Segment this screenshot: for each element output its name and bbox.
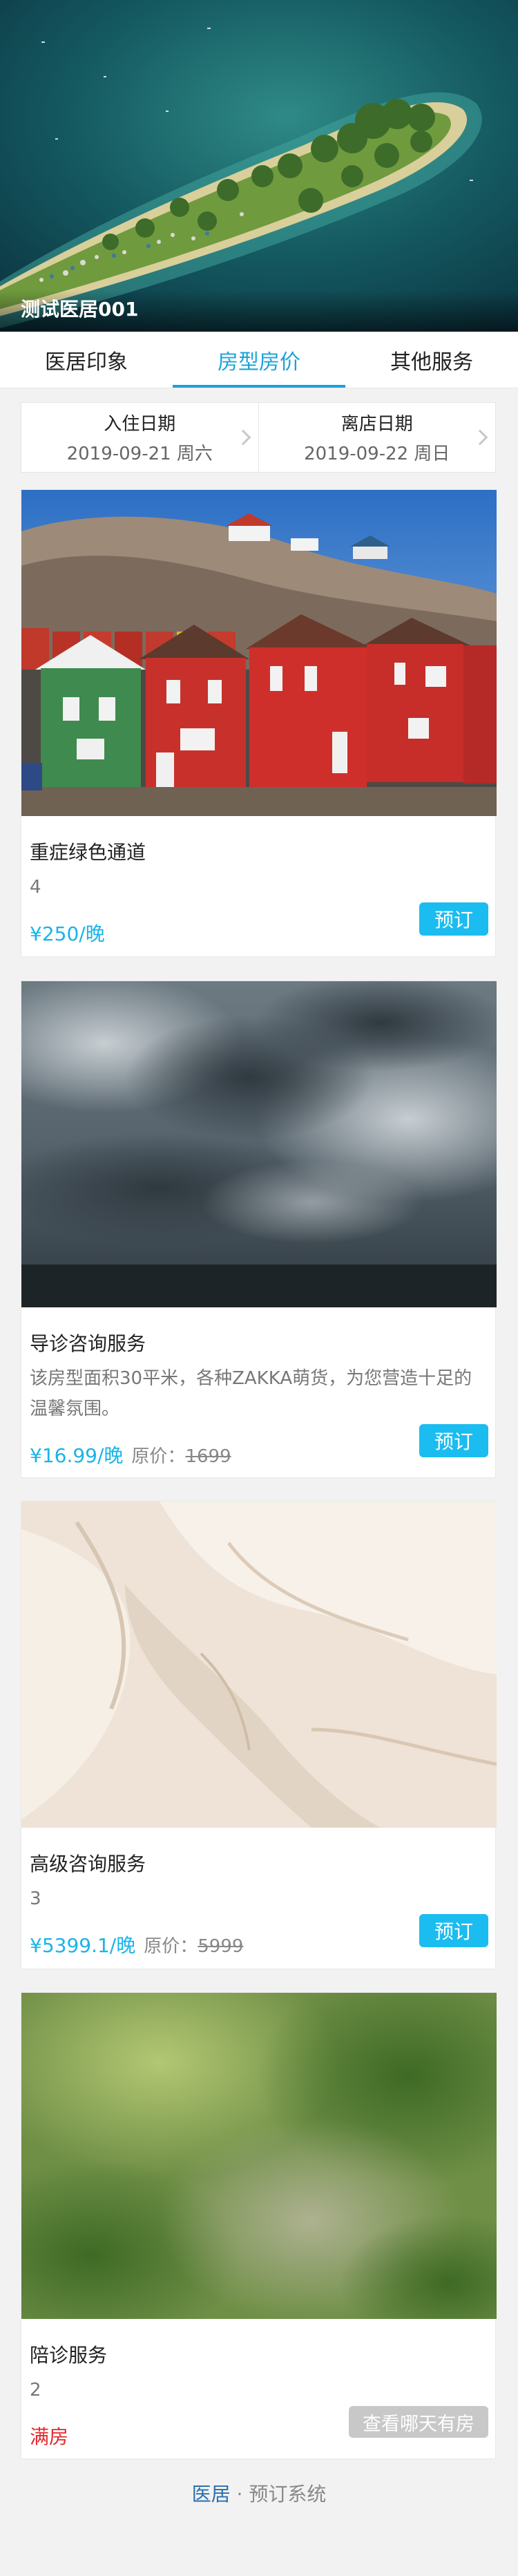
footer-separator: · <box>230 2483 249 2506</box>
white-texture-photo <box>21 1502 497 1828</box>
original-price-label: 原价： <box>131 1446 186 1467</box>
check-availability-button[interactable]: 查看哪天有房 <box>349 2406 488 2438</box>
aerial-island-photo <box>0 0 518 332</box>
price-row: ¥16.99/晚 原价： 1699 <box>30 1441 231 1468</box>
original-price: 1699 <box>185 1446 231 1467</box>
room-description: 4 <box>30 877 41 898</box>
tab-room-prices[interactable]: 房型房价 <box>173 332 345 388</box>
room-price: ¥16.99/晚 <box>30 1444 124 1467</box>
book-button[interactable]: 预订 <box>419 1424 488 1457</box>
room-card: 导诊咨询服务 该房型面积30平米，各种ZAKKA萌货，为您营造十足的温馨氛围。 … <box>21 981 497 1478</box>
room-photo[interactable] <box>21 1993 497 2319</box>
checkout-label: 离店日期 <box>340 414 413 435</box>
room-photo[interactable] <box>21 1502 497 1828</box>
room-description: 该房型面积30平米，各种ZAKKA萌货，为您营造十足的温馨氛围。 <box>30 1368 472 1419</box>
room-card: 高级咨询服务 3 ¥5399.1/晚 原价： 5999 预订 <box>21 1501 497 1969</box>
checkout-date-selector[interactable]: 离店日期 2019-09-22 周日 <box>258 403 496 472</box>
room-price: ¥250/晚 <box>30 922 105 945</box>
checkout-value: 2019-09-22 周日 <box>304 444 450 464</box>
checkin-label: 入住日期 <box>104 414 176 435</box>
hospital-name: 测试医居001 <box>21 298 139 321</box>
blurred-green-photo <box>21 1993 497 2319</box>
original-price-label: 原价： <box>144 1936 198 1957</box>
sold-out-status: 满房 <box>30 2425 69 2448</box>
tab-bar: 医居印象 房型房价 其他服务 <box>0 332 518 388</box>
red-cabins-photo <box>21 490 497 816</box>
footer-brand-link[interactable]: 医居 <box>192 2483 231 2506</box>
room-photo[interactable] <box>21 981 497 1307</box>
book-button[interactable]: 预订 <box>419 902 488 936</box>
room-description: 3 <box>30 1888 41 1909</box>
book-button[interactable]: 预订 <box>419 1914 488 1947</box>
price-row: ¥5399.1/晚 原价： 5999 <box>30 1931 243 1958</box>
room-price: ¥5399.1/晚 <box>30 1934 136 1957</box>
tab-other-services[interactable]: 其他服务 <box>345 332 518 388</box>
room-name: 陪诊服务 <box>30 2344 108 2367</box>
tab-impression[interactable]: 医居印象 <box>0 332 173 388</box>
checkin-value: 2019-09-21 周六 <box>66 444 213 464</box>
room-name: 高级咨询服务 <box>30 1853 146 1875</box>
room-photo[interactable] <box>21 490 497 816</box>
room-name: 导诊咨询服务 <box>30 1332 146 1355</box>
room-name: 重症绿色通道 <box>30 841 146 864</box>
original-price: 5999 <box>198 1936 244 1957</box>
date-picker: 入住日期 2019-09-21 周六 离店日期 2019-09-22 周日 <box>21 402 496 473</box>
chevron-right-icon <box>472 429 488 446</box>
footer-text: 预订系统 <box>249 2483 327 2506</box>
room-card: 重症绿色通道 4 ¥250/晚 预订 <box>21 489 497 957</box>
room-description: 2 <box>30 2380 41 2400</box>
storm-clouds-photo <box>21 981 497 1307</box>
chevron-right-icon <box>235 429 251 446</box>
price-row: ¥250/晚 <box>30 919 105 947</box>
checkin-date-selector[interactable]: 入住日期 2019-09-21 周六 <box>21 403 258 472</box>
room-card: 陪诊服务 2 满房 查看哪天有房 <box>21 1992 497 2459</box>
hero-banner: 测试医居001 <box>0 0 518 332</box>
footer: 医居 · 预订系统 <box>0 2479 518 2507</box>
